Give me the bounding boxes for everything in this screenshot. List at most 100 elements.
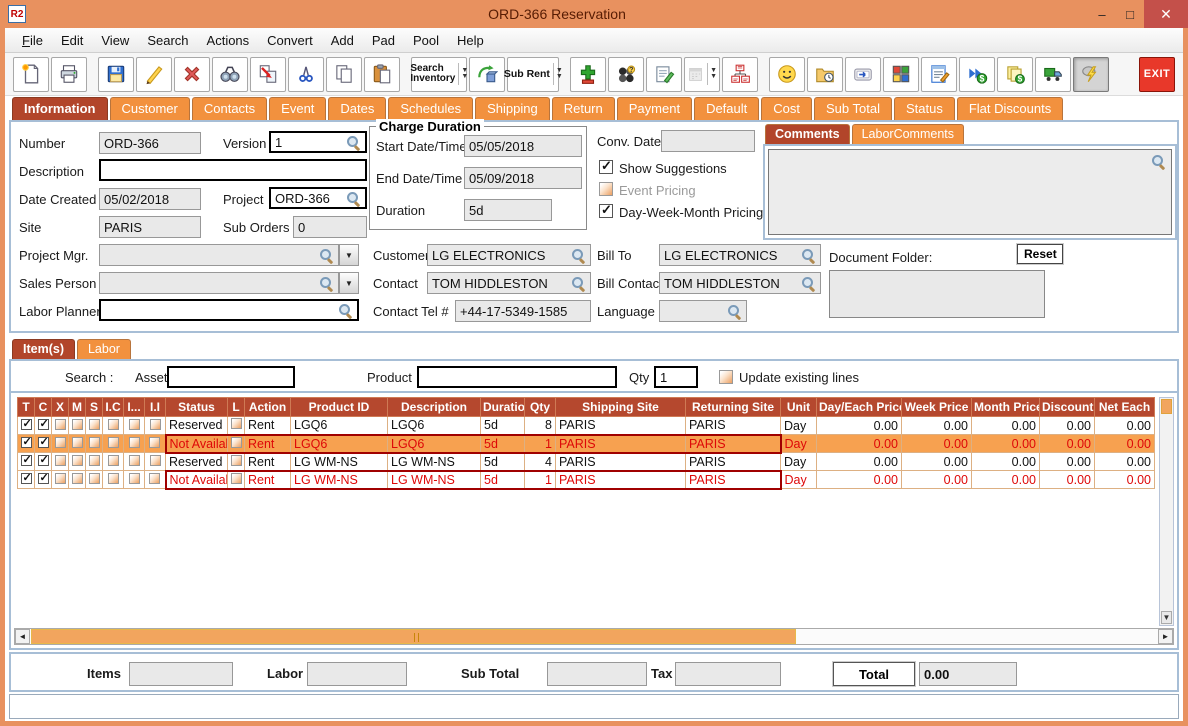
row-check-m[interactable] xyxy=(69,453,86,471)
project-field[interactable]: ORD-366 xyxy=(269,187,367,209)
toolbar-history-folder-button[interactable] xyxy=(807,57,843,92)
week-price-cell[interactable]: 0.00 xyxy=(902,471,972,489)
toolbar-paste-button[interactable] xyxy=(364,57,400,92)
menu-pad[interactable]: Pad xyxy=(363,33,404,48)
labor-planner-lookup-icon[interactable] xyxy=(338,303,353,318)
toolbar-save-button[interactable] xyxy=(98,57,134,92)
show-suggestions-checkbox[interactable] xyxy=(599,160,613,174)
row-check-i-c[interactable] xyxy=(103,417,124,435)
tab-contacts[interactable]: Contacts xyxy=(192,97,267,120)
shipping-site-cell[interactable]: PARIS xyxy=(556,417,686,435)
bill-contact-lookup-icon[interactable] xyxy=(801,276,816,291)
version-field[interactable]: 1 xyxy=(269,131,367,153)
toolbar-quick-actions-button[interactable] xyxy=(1073,57,1109,92)
items-total-field[interactable] xyxy=(129,662,233,686)
sub-total-field[interactable] xyxy=(547,662,647,686)
column-header-i-i[interactable]: I.I xyxy=(145,398,166,417)
conv-date-field[interactable] xyxy=(661,130,755,152)
toolbar-order-structure-button[interactable] xyxy=(722,57,758,92)
table-row[interactable]: ReservedRentLGQ6LGQ65d8PARISPARISDay0.00… xyxy=(18,417,1155,435)
row-check-i-i[interactable] xyxy=(145,471,166,489)
discount-cell[interactable]: 0.00 xyxy=(1040,471,1095,489)
day-each-price-cell[interactable]: 0.00 xyxy=(817,471,902,489)
contact-lookup-icon[interactable] xyxy=(571,276,586,291)
bill-to-lookup-icon[interactable] xyxy=(801,248,816,263)
project-mgr-dropdown[interactable]: ▼ xyxy=(339,244,359,266)
qty-cell[interactable]: 1 xyxy=(525,435,556,453)
row-check-l[interactable] xyxy=(228,471,245,489)
sales-person-field[interactable] xyxy=(99,272,339,294)
row-check-i-[interactable] xyxy=(124,453,145,471)
toolbar-convert-order-button[interactable] xyxy=(469,57,505,92)
tab-dates[interactable]: Dates xyxy=(328,97,386,120)
toolbar-shipping-truck-button[interactable] xyxy=(1035,57,1071,92)
date-created-field[interactable]: 05/02/2018 xyxy=(99,188,201,210)
duration-cell[interactable]: 5d xyxy=(481,417,525,435)
toolbar-inventory-blocks-button[interactable] xyxy=(883,57,919,92)
description-cell[interactable]: LGQ6 xyxy=(388,435,481,453)
row-check-i-[interactable] xyxy=(124,435,145,453)
sub-orders-field[interactable]: 0 xyxy=(293,216,367,238)
row-check-t[interactable] xyxy=(18,471,35,489)
duration-cell[interactable]: 5d xyxy=(481,471,525,489)
tab-shipping[interactable]: Shipping xyxy=(475,97,550,120)
net-each-cell[interactable]: 0.00 xyxy=(1095,435,1155,453)
column-header-shipping-site[interactable]: Shipping Site xyxy=(556,398,686,417)
column-header-action[interactable]: Action xyxy=(245,398,291,417)
labor-planner-field[interactable] xyxy=(99,299,359,321)
column-header-description[interactable]: Description xyxy=(388,398,481,417)
row-check-t[interactable] xyxy=(18,417,35,435)
toolbar-customer-service-button[interactable] xyxy=(769,57,805,92)
contact-field[interactable]: TOM HIDDLESTON xyxy=(427,272,591,294)
table-row[interactable]: Not AvailableRentLG WM-NSLG WM-NS5d1PARI… xyxy=(18,471,1155,489)
toolbar-add-remove-lines-button[interactable] xyxy=(570,57,606,92)
row-check-l[interactable] xyxy=(228,417,245,435)
column-header-month-price[interactable]: Month Price xyxy=(972,398,1040,417)
tab-status[interactable]: Status xyxy=(894,97,955,120)
column-header-m[interactable]: M xyxy=(69,398,86,417)
project-lookup-icon[interactable] xyxy=(346,191,361,206)
column-header-unit[interactable]: Unit xyxy=(781,398,817,417)
row-check-i-i[interactable] xyxy=(145,417,166,435)
search-inventory-dropdown-icon[interactable]: ▼▼ xyxy=(458,63,468,85)
bill-contact-field[interactable]: TOM HIDDLESTON xyxy=(659,272,821,294)
menu-help[interactable]: Help xyxy=(448,33,493,48)
customer-field[interactable]: LG ELECTRONICS xyxy=(427,244,591,266)
column-header-discount[interactable]: Discount xyxy=(1040,398,1095,417)
product-id-cell[interactable]: LG WM-NS xyxy=(291,471,388,489)
row-check-x[interactable] xyxy=(52,471,69,489)
toolbar-cut-button[interactable] xyxy=(288,57,324,92)
scroll-right-button[interactable]: ► xyxy=(1158,629,1173,644)
tab-flat-discounts[interactable]: Flat Discounts xyxy=(957,97,1063,120)
row-check-i-i[interactable] xyxy=(145,435,166,453)
row-check-m[interactable] xyxy=(69,435,86,453)
qty-cell[interactable]: 1 xyxy=(525,471,556,489)
returning-site-cell[interactable]: PARIS xyxy=(686,417,781,435)
row-check-i-c[interactable] xyxy=(103,453,124,471)
day-each-price-cell[interactable]: 0.00 xyxy=(817,417,902,435)
horizontal-scroll-thumb[interactable] xyxy=(31,629,796,644)
product-id-cell[interactable]: LG WM-NS xyxy=(291,453,388,471)
returning-site-cell[interactable]: PARIS xyxy=(686,471,781,489)
scroll-down-button[interactable]: ▼ xyxy=(1161,611,1172,624)
tab-information[interactable]: Information xyxy=(12,97,108,120)
action-cell[interactable]: Rent xyxy=(245,453,291,471)
column-header-product-id[interactable]: Product ID xyxy=(291,398,388,417)
shipping-site-cell[interactable]: PARIS xyxy=(556,453,686,471)
document-folder-textarea[interactable] xyxy=(829,270,1045,318)
product-id-cell[interactable]: LGQ6 xyxy=(291,435,388,453)
row-check-c[interactable] xyxy=(35,435,52,453)
sub-rent-dropdown-icon[interactable]: ▼▼ xyxy=(553,63,563,85)
returning-site-cell[interactable]: PARIS xyxy=(686,435,781,453)
comments-textarea[interactable] xyxy=(768,149,1172,235)
duration-field[interactable]: 5d xyxy=(464,199,552,221)
net-each-cell[interactable]: 0.00 xyxy=(1095,471,1155,489)
column-header-status[interactable]: Status xyxy=(166,398,228,417)
day-each-price-cell[interactable]: 0.00 xyxy=(817,435,902,453)
tab-sub-total[interactable]: Sub Total xyxy=(814,97,892,120)
column-header-week-price[interactable]: Week Price xyxy=(902,398,972,417)
tab-default[interactable]: Default xyxy=(694,97,759,120)
labor-total-field[interactable] xyxy=(307,662,407,686)
row-check-i-[interactable] xyxy=(124,417,145,435)
column-header-i[interactable]: I... xyxy=(124,398,145,417)
